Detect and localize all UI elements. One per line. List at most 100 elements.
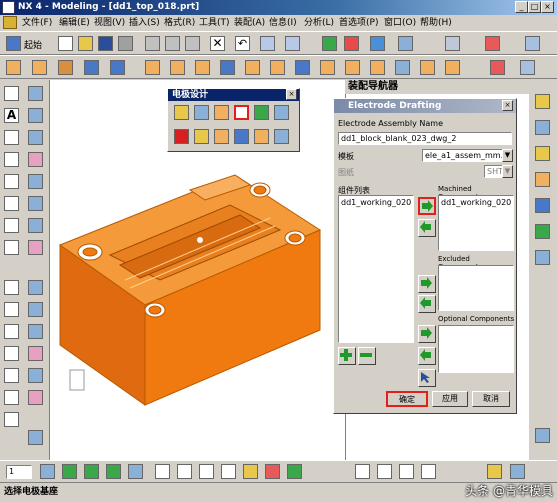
trimmed-sheet-icon[interactable]	[28, 302, 43, 317]
split-body-icon[interactable]	[395, 60, 410, 75]
roles-tab-icon[interactable]	[535, 224, 550, 239]
snap-center-icon[interactable]	[199, 464, 214, 479]
new-file-icon[interactable]	[58, 36, 73, 51]
template-select[interactable]: ele_a1_assem_mm.prt	[422, 149, 504, 162]
component-list[interactable]: dd1_working_020	[338, 195, 414, 343]
blend-icon[interactable]	[295, 60, 310, 75]
shell-icon[interactable]	[345, 60, 360, 75]
save-icon[interactable]	[98, 36, 113, 51]
history-tab-icon[interactable]	[535, 146, 550, 161]
machined-list[interactable]: dd1_working_020	[438, 195, 514, 251]
web-browser-tab-icon[interactable]	[535, 198, 550, 213]
optional-list[interactable]	[438, 325, 514, 373]
delete-electrode-icon[interactable]	[274, 129, 289, 144]
wcs-icon[interactable]	[485, 36, 500, 51]
snap-intersect-icon[interactable]	[221, 464, 236, 479]
minimize-icon[interactable]: _	[515, 1, 528, 13]
intersect-curve-icon[interactable]	[4, 324, 19, 339]
sheet-dropdown-icon[interactable]: ▼	[502, 165, 513, 178]
n-sided-icon[interactable]	[28, 196, 43, 211]
copy-to-layer-icon[interactable]	[106, 464, 121, 479]
menu-edit[interactable]: 编辑(E)	[59, 17, 90, 30]
arc-icon[interactable]	[4, 130, 19, 145]
enlarge-icon[interactable]	[28, 390, 43, 405]
snap-midpoint-icon[interactable]	[177, 464, 192, 479]
sheet-select[interactable]: SHT1	[484, 165, 504, 178]
start-button[interactable]: 起始	[24, 38, 42, 51]
close-icon[interactable]: ×	[541, 1, 554, 13]
text-icon[interactable]: A	[4, 108, 19, 123]
template-dropdown-icon[interactable]: ▼	[502, 149, 513, 162]
ok-button[interactable]: 确定	[386, 391, 428, 407]
view-orient-icon[interactable]	[398, 36, 413, 51]
menu-insert[interactable]: 插入(S)	[129, 17, 160, 30]
palette-tab-icon[interactable]	[535, 428, 550, 443]
maximize-icon[interactable]: □	[528, 1, 541, 13]
menu-format[interactable]: 格式(R)	[164, 17, 195, 30]
sketch-icon[interactable]	[6, 60, 21, 75]
properties-icon[interactable]	[285, 36, 300, 51]
excluded-list[interactable]	[438, 265, 514, 311]
delete-icon[interactable]: ✕	[210, 36, 225, 51]
sew-icon[interactable]	[28, 324, 43, 339]
cancel-button[interactable]: 取消	[472, 391, 510, 407]
work-layer-input[interactable]: 1	[6, 465, 32, 479]
ruled-icon[interactable]	[28, 130, 43, 145]
surface-icon[interactable]	[28, 86, 43, 101]
add-excluded-button[interactable]	[418, 275, 436, 293]
copy-electrode-icon[interactable]	[254, 129, 269, 144]
boss-icon[interactable]	[170, 60, 185, 75]
hole-icon[interactable]	[145, 60, 160, 75]
slot-icon[interactable]	[245, 60, 260, 75]
helix-icon[interactable]	[4, 280, 19, 295]
analysis-icon[interactable]	[520, 60, 535, 75]
snap-endpoint-icon[interactable]	[155, 464, 170, 479]
menu-assembly[interactable]: 装配(A)	[234, 17, 265, 30]
assembly-nav-tab-icon[interactable]	[535, 94, 550, 109]
display-settings-icon[interactable]	[510, 464, 525, 479]
select-base-button[interactable]	[418, 369, 436, 387]
open-folder-icon[interactable]	[78, 36, 93, 51]
groove-icon[interactable]	[270, 60, 285, 75]
check-icon[interactable]	[254, 105, 269, 120]
transform-icon[interactable]	[234, 129, 249, 144]
menu-preferences[interactable]: 首选项(P)	[339, 17, 378, 30]
electrode-init-icon[interactable]	[174, 105, 189, 120]
through-curves-icon[interactable]	[28, 108, 43, 123]
menu-window[interactable]: 窗口(O)	[384, 17, 416, 30]
cut-icon[interactable]	[145, 36, 160, 51]
copy-icon[interactable]	[165, 36, 180, 51]
menu-app-icon[interactable]	[3, 16, 17, 29]
edit-object-icon[interactable]	[260, 36, 275, 51]
revolve-icon[interactable]	[58, 60, 73, 75]
thicken-icon[interactable]	[28, 346, 43, 361]
menu-file[interactable]: 文件(F)	[22, 17, 52, 30]
line-curve-icon[interactable]	[355, 464, 370, 479]
cylinder-icon[interactable]	[110, 60, 125, 75]
color-picker-icon[interactable]	[487, 464, 502, 479]
extend-curve-icon[interactable]	[4, 368, 19, 383]
offset-surface-icon[interactable]	[28, 280, 43, 295]
move-to-layer-icon[interactable]	[84, 464, 99, 479]
add-optional-button[interactable]	[418, 325, 436, 343]
layer-visible-icon[interactable]	[62, 464, 77, 479]
line-icon[interactable]	[4, 86, 19, 101]
measure-icon[interactable]	[490, 60, 505, 75]
surface-edit-icon[interactable]	[28, 430, 43, 445]
electrode-drafting-icon[interactable]	[234, 105, 249, 120]
menu-info[interactable]: 信息(I)	[269, 17, 297, 30]
swept-icon[interactable]	[28, 152, 43, 167]
add-component-button[interactable]	[338, 347, 356, 365]
snap-existing-icon[interactable]	[287, 464, 302, 479]
offset-curve-icon[interactable]	[4, 240, 19, 255]
extrude-icon[interactable]	[32, 60, 47, 75]
paste-icon[interactable]	[185, 36, 200, 51]
layer-category-icon[interactable]	[128, 464, 143, 479]
help-cursor-icon[interactable]	[525, 36, 540, 51]
layer-icon[interactable]	[445, 36, 460, 51]
patch-icon[interactable]	[28, 368, 43, 383]
split-icon[interactable]	[214, 129, 229, 144]
electrode-blank-icon[interactable]	[214, 105, 229, 120]
arc-curve-icon[interactable]	[399, 464, 414, 479]
palette-close-icon[interactable]: ×	[286, 89, 297, 100]
